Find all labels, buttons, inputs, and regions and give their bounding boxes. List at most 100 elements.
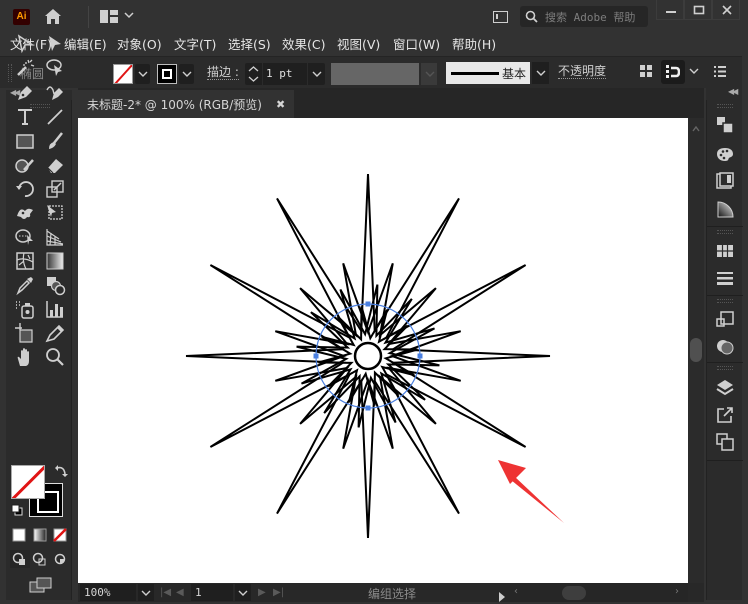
fill-dropdown[interactable] [135, 64, 150, 84]
anchor-point[interactable] [313, 353, 319, 359]
gradient-mode-icon[interactable] [33, 528, 47, 542]
shaper-tool[interactable] [14, 154, 36, 176]
blend-tool[interactable] [44, 274, 66, 296]
zoom-level-input[interactable]: 100% [80, 584, 136, 601]
close-button[interactable] [712, 0, 740, 20]
default-fill-stroke-icon[interactable] [11, 504, 23, 516]
pathfinder-panel-icon[interactable] [716, 311, 734, 329]
draw-normal-button[interactable] [10, 550, 30, 568]
selection-tool[interactable] [14, 33, 36, 55]
type-tool[interactable] [14, 106, 36, 128]
puppet-warp-tool[interactable] [14, 202, 36, 224]
paintbrush-tool[interactable] [44, 130, 66, 152]
horizontal-scroll-thumb[interactable] [562, 586, 586, 600]
menu-select[interactable]: 选择(S) [228, 34, 271, 53]
vertical-scroll-thumb[interactable] [690, 338, 702, 362]
menu-object[interactable]: 对象(O) [117, 34, 162, 53]
stroke-swatch[interactable] [157, 64, 177, 84]
fill-swatch[interactable] [113, 64, 133, 84]
workspace-layout-icon[interactable] [100, 10, 118, 23]
scroll-right-icon[interactable]: › [675, 586, 679, 597]
none-mode-icon[interactable] [53, 528, 67, 542]
stroke-weight-dropdown[interactable] [308, 63, 325, 85]
fill-color-box[interactable] [11, 465, 45, 499]
anchor-point[interactable] [365, 405, 371, 411]
artboard-dropdown[interactable] [235, 584, 251, 601]
symbol-sprayer-tool[interactable] [14, 298, 36, 320]
first-artboard-icon[interactable]: |◀ [160, 587, 171, 598]
zoom-dropdown[interactable] [138, 584, 154, 601]
zoom-tool[interactable] [44, 346, 66, 368]
gradient-panel-icon[interactable] [716, 200, 734, 218]
eraser-tool[interactable] [44, 154, 66, 176]
magic-wand-tool[interactable] [14, 57, 36, 79]
rectangle-tool[interactable] [14, 130, 36, 152]
appearance-panel-icon[interactable] [716, 338, 734, 356]
status-menu-icon[interactable] [498, 587, 506, 604]
menu-edit[interactable]: 编辑(E) [64, 34, 107, 53]
artwork[interactable] [78, 118, 688, 583]
transparency-panel-icon[interactable] [716, 172, 734, 190]
rotate-tool[interactable] [14, 178, 36, 200]
stroke-panel-icon[interactable] [716, 269, 734, 287]
transform-panel-icon[interactable] [716, 116, 734, 134]
artboard-number-input[interactable]: 1 [191, 584, 233, 601]
free-transform-tool[interactable] [44, 202, 66, 224]
chevron-down-icon[interactable] [689, 68, 699, 74]
mesh-tool[interactable] [14, 250, 36, 272]
opacity-label[interactable]: 不透明度 [558, 64, 607, 79]
home-icon[interactable] [44, 8, 62, 25]
menu-type[interactable]: 文字(T) [174, 34, 216, 53]
variable-width-profile[interactable] [331, 63, 419, 85]
eyedropper-tool[interactable] [14, 274, 36, 296]
grip-handle[interactable] [8, 64, 12, 82]
document-tab[interactable]: 未标题-2* @ 100% (RGB/预览) ✖ [78, 90, 294, 118]
stroke-color-dropdown[interactable] [179, 64, 194, 84]
grip-handle[interactable] [717, 299, 733, 303]
close-tab-icon[interactable]: ✖ [276, 98, 285, 111]
arrange-documents-icon[interactable] [493, 11, 508, 23]
direct-selection-tool[interactable] [44, 33, 66, 55]
grip-handle[interactable] [717, 230, 733, 234]
lasso-tool[interactable] [44, 57, 66, 79]
line-segment-tool[interactable] [44, 106, 66, 128]
swatches-panel-icon[interactable] [716, 242, 734, 260]
swap-fill-stroke-icon[interactable] [54, 464, 68, 478]
hand-tool[interactable] [14, 346, 36, 368]
artboard-canvas[interactable] [78, 118, 688, 583]
last-artboard-icon[interactable]: ▶| [273, 587, 284, 598]
artboard-tool[interactable] [14, 322, 36, 344]
artboards-panel-icon[interactable] [716, 433, 734, 451]
menu-window[interactable]: 窗口(W) [393, 34, 440, 53]
draw-behind-button[interactable] [30, 550, 50, 568]
scale-tool[interactable] [44, 178, 66, 200]
gradient-tool[interactable] [44, 250, 66, 272]
previous-artboard-icon[interactable]: ◀ [176, 587, 184, 598]
recolor-artwork-button[interactable] [661, 60, 685, 84]
chevron-up-icon[interactable] [692, 126, 700, 132]
export-panel-icon[interactable] [716, 406, 734, 424]
stroke-weight-input[interactable]: 1 pt [263, 63, 307, 85]
variable-width-dropdown[interactable] [421, 63, 437, 85]
vertical-scrollbar[interactable] [688, 118, 704, 583]
maximize-button[interactable] [684, 0, 712, 20]
menu-effect[interactable]: 效果(C) [282, 34, 325, 53]
star-group[interactable] [185, 173, 551, 539]
scroll-left-icon[interactable]: ‹ [514, 586, 518, 597]
menu-help[interactable]: 帮助(H) [452, 34, 496, 53]
anchor-point[interactable] [417, 353, 423, 359]
next-artboard-icon[interactable]: ▶ [258, 587, 266, 598]
shape-builder-tool[interactable] [14, 226, 36, 248]
horizontal-scrollbar[interactable]: ‹ › [510, 583, 688, 602]
anchor-point[interactable] [365, 301, 371, 307]
color-mode-icon[interactable] [12, 528, 26, 542]
minimize-button[interactable] [656, 0, 684, 20]
grip-handle[interactable] [717, 104, 733, 108]
perspective-grid-tool[interactable] [44, 226, 66, 248]
layers-panel-icon[interactable] [716, 379, 734, 397]
center-circle[interactable] [353, 341, 383, 371]
dock-collapse-button[interactable]: ◀◀ [706, 87, 742, 100]
align-icon[interactable] [640, 65, 652, 77]
menu-view[interactable]: 视图(V) [337, 34, 380, 53]
brush-definition[interactable]: 基本 [446, 62, 530, 84]
